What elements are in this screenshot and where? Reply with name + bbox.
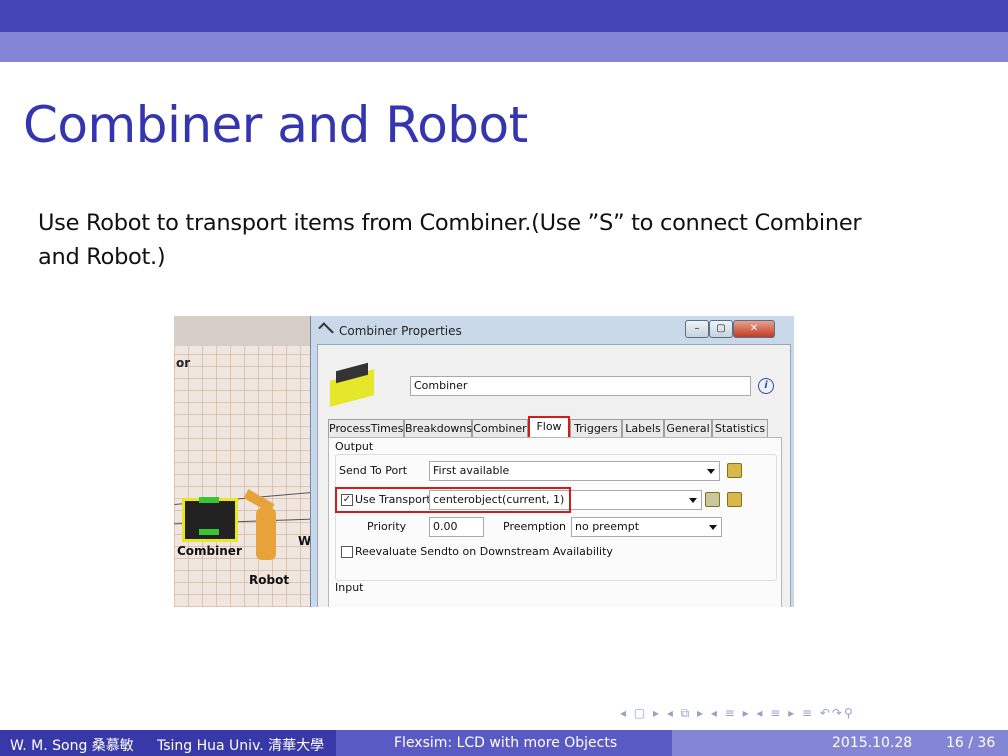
send-to-port-value: First available: [433, 464, 510, 477]
flexsim-logo-icon: [318, 322, 334, 338]
code-template-icon[interactable]: [727, 492, 742, 507]
slide-title: Combiner and Robot: [23, 96, 528, 154]
window-client: Combiner i ProcessTimes Breakdowns Combi…: [317, 344, 791, 607]
flow-panel: Output Send To Port First available ✓ Us…: [328, 437, 782, 607]
header-bar-top: [0, 0, 1008, 32]
edit-properties-icon[interactable]: [705, 492, 720, 507]
output-group-label: Output: [335, 440, 374, 453]
tab-processtimes[interactable]: ProcessTimes: [328, 419, 404, 437]
footer-institute: Tsing Hua Univ. 清華大學: [157, 738, 325, 754]
combiner-port: [199, 529, 219, 535]
combiner-3d-icon: [330, 361, 382, 407]
footer-middle: Flexsim: LCD with more Objects: [336, 730, 672, 756]
info-icon[interactable]: i: [758, 378, 774, 394]
beamer-nav-symbols[interactable]: ◂ ▢ ▸ ◂ ⧉ ▸ ◂ ≡ ▸ ◂ ≡ ▸ ≡ ↶↷⚲: [620, 706, 855, 721]
send-to-port-dropdown[interactable]: First available: [429, 461, 720, 481]
chevron-down-icon: [709, 525, 717, 530]
tab-statistics[interactable]: Statistics: [712, 419, 768, 437]
tab-labels[interactable]: Labels: [622, 419, 664, 437]
combiner-port: [199, 497, 219, 503]
input-group-label: Input: [335, 581, 364, 594]
footer-date: 2015.10.28: [832, 735, 913, 751]
tab-breakdowns[interactable]: Breakdowns: [404, 419, 472, 437]
tab-general[interactable]: General: [664, 419, 712, 437]
object-name-input[interactable]: Combiner: [410, 376, 751, 396]
footer-page-number: 16 / 36: [946, 735, 996, 751]
model-view: or Combiner Robot W: [174, 316, 312, 607]
properties-window: Combiner Properties – ▢ ✕ Combiner i Pro…: [310, 316, 794, 607]
priority-label: Priority: [367, 520, 407, 533]
maximize-button[interactable]: ▢: [709, 320, 733, 338]
footer-bar: W. M. Song 桑慕敏 Tsing Hua Univ. 清華大學 Flex…: [0, 730, 1008, 756]
footer-author: W. M. Song 桑慕敏: [10, 738, 134, 754]
robot-label: Robot: [249, 573, 290, 587]
footer-talk-title: Flexsim: LCD with more Objects: [394, 735, 618, 751]
robot-object[interactable]: [256, 508, 276, 560]
preemption-dropdown[interactable]: no preempt: [571, 517, 722, 537]
chevron-down-icon: [689, 498, 697, 503]
minimize-button[interactable]: –: [685, 320, 709, 338]
window-title: Combiner Properties: [339, 324, 462, 338]
flexsim-screenshot: or Combiner Robot W Combiner Properties …: [174, 316, 794, 607]
chevron-down-icon: [707, 469, 715, 474]
combiner-label: Combiner: [177, 544, 242, 558]
footer-left: W. M. Song 桑慕敏 Tsing Hua Univ. 清華大學: [0, 730, 336, 756]
code-template-icon[interactable]: [727, 463, 742, 478]
close-button[interactable]: ✕: [733, 320, 775, 338]
body-line-2: and Robot.): [38, 244, 166, 270]
body-line-1: Use Robot to transport items from Combin…: [38, 210, 862, 236]
tab-triggers[interactable]: Triggers: [570, 419, 622, 437]
highlight-box: [335, 487, 571, 513]
model-view-topbar: [174, 316, 312, 346]
preemption-value: no preempt: [575, 520, 640, 533]
header-bar-bottom: [0, 32, 1008, 62]
preemption-label: Preemption: [503, 520, 567, 533]
reevaluate-checkbox[interactable]: [341, 546, 353, 558]
reevaluate-label: Reevaluate Sendto on Downstream Availabi…: [355, 545, 613, 558]
tab-combiner[interactable]: Combiner: [472, 419, 528, 437]
slide-body: Use Robot to transport items from Combin…: [38, 206, 938, 274]
combiner-object[interactable]: [182, 497, 238, 542]
priority-input[interactable]: 0.00: [429, 517, 484, 537]
send-to-port-label: Send To Port: [339, 464, 408, 477]
footer-right: 2015.10.28 16 / 36: [672, 730, 1008, 756]
model-label-or: or: [176, 356, 191, 370]
